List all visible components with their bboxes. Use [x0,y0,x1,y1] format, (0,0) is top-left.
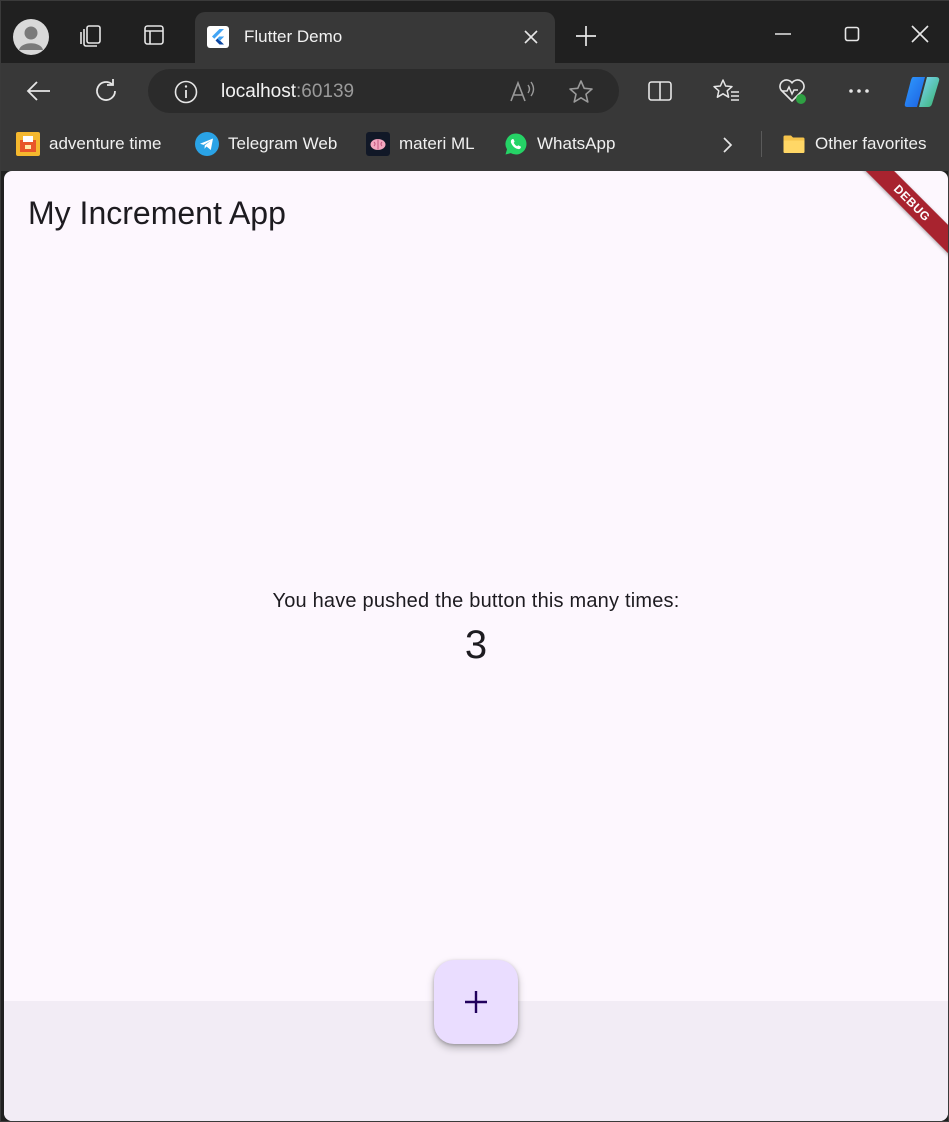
browser-essentials-icon[interactable] [776,75,808,107]
tab-actions-icon[interactable] [134,15,174,55]
copilot-icon[interactable] [903,73,941,111]
close-tab-icon[interactable] [521,27,541,47]
page-viewport: My Increment App DEBUG You have pushed t… [4,171,948,1121]
increment-button[interactable] [434,960,518,1044]
favorites-divider [761,131,762,157]
flutter-logo-icon [207,26,229,48]
address-bar[interactable]: localhost:60139 [148,69,619,113]
favorite-star-icon[interactable] [567,78,595,106]
navigation-toolbar: localhost:60139 [1,63,949,119]
plus-icon [465,991,487,1013]
favorite-label: Other favorites [815,134,927,153]
close-window-icon[interactable] [905,19,935,49]
favorite-telegram-web[interactable]: Telegram Web [195,132,337,156]
other-favorites-folder[interactable]: Other favorites [782,132,927,156]
person-icon [19,26,43,50]
brain-icon [366,132,390,156]
favorite-adventure-time[interactable]: adventure time [16,132,161,156]
url-port: :60139 [296,81,355,102]
telegram-icon [195,132,219,156]
favorite-label: materi ML [399,134,475,153]
more-options-icon[interactable] [843,75,875,107]
favorites-bar: adventure time Telegram Web materi ML Wh… [1,119,949,171]
counter-value: 3 [464,623,488,667]
favorite-materi-ml[interactable]: materi ML [366,132,475,156]
favorites-icon[interactable] [710,75,742,107]
url-text: localhost:60139 [221,81,354,103]
favorite-whatsapp[interactable]: WhatsApp [504,132,615,156]
tab-title: Flutter Demo [244,27,343,46]
split-screen-icon[interactable] [644,75,676,107]
whatsapp-icon [505,133,527,155]
site-info-icon[interactable] [173,79,199,105]
adventure-time-favicon [16,132,40,156]
favorite-label: adventure time [49,134,162,153]
folder-icon [783,135,805,153]
favorite-label: Telegram Web [228,134,338,153]
browser-window: Flutter Demo localhost:60139 adventure t… [0,0,949,1122]
workspaces-icon[interactable] [71,15,111,55]
minimize-icon[interactable] [768,19,798,49]
refresh-icon[interactable] [90,75,122,107]
tab-strip: Flutter Demo [1,1,949,63]
chevron-right-icon[interactable] [715,133,739,157]
url-host: localhost [221,81,296,102]
maximize-icon[interactable] [837,19,867,49]
read-aloud-icon[interactable] [508,79,536,105]
favorite-label: WhatsApp [537,134,616,153]
app-bar-title: My Increment App [28,195,286,231]
profile-avatar[interactable] [13,19,49,55]
back-arrow-icon[interactable] [23,75,55,107]
debug-banner: DEBUG [855,171,948,260]
tab-flutter-demo[interactable]: Flutter Demo [195,12,555,63]
counter-label: You have pushed the button this many tim… [272,590,680,612]
new-tab-icon[interactable] [571,21,601,51]
